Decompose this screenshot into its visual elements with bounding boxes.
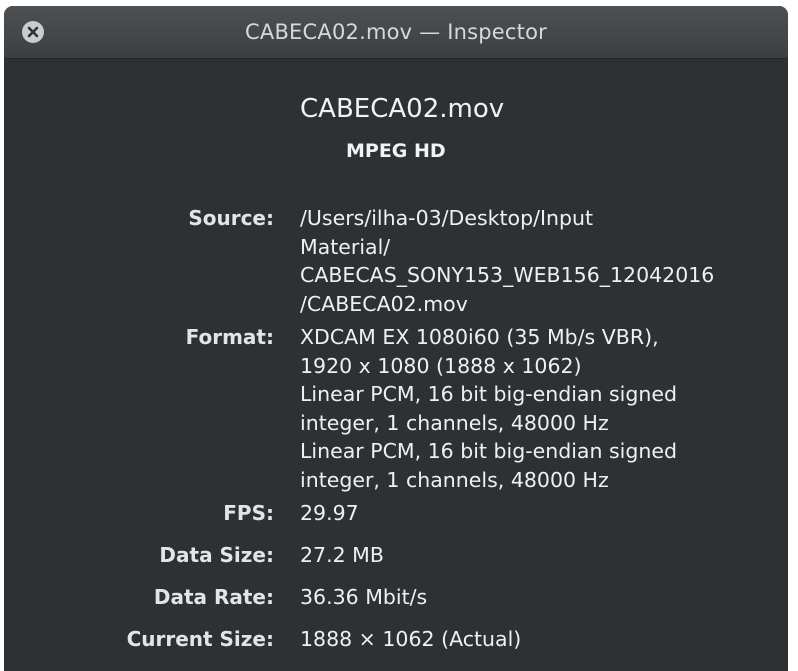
data-rate-value: 36.36 Mbit/s	[300, 585, 428, 609]
close-icon	[27, 26, 39, 38]
format-label: Format:	[185, 325, 274, 349]
source-line: Material/	[300, 234, 391, 259]
format-value: XDCAM EX 1080i60 (35 Mb/s VBR), 1920 x 1…	[300, 323, 677, 494]
format-line: integer, 1 channels, 48000 Hz	[300, 467, 609, 492]
current-size-row: Current Size: 1888 × 1062 (Actual)	[4, 625, 788, 654]
window-title: CABECA02.mov — Inspector	[245, 20, 547, 44]
file-kind: MPEG HD	[346, 140, 446, 162]
format-line: Linear PCM, 16 bit big-endian signed	[300, 439, 677, 463]
data-rate-row: Data Rate: 36.36 Mbit/s	[4, 583, 788, 612]
inspector-window: CABECA02.mov — Inspector CABECA02.mov MP…	[4, 6, 788, 671]
data-size-row: Data Size: 27.2 MB	[4, 541, 788, 570]
format-line: XDCAM EX 1080i60 (35 Mb/s VBR),	[300, 325, 659, 349]
close-button[interactable]	[22, 21, 44, 43]
fps-row: FPS: 29.97	[4, 499, 788, 528]
file-name: CABECA02.mov	[300, 94, 505, 124]
current-size-label: Current Size:	[126, 627, 274, 651]
fps-label: FPS:	[223, 501, 274, 525]
data-size-label: Data Size:	[159, 543, 274, 567]
source-line: /CABECA02.mov	[300, 291, 468, 316]
format-row: Format: XDCAM EX 1080i60 (35 Mb/s VBR), …	[4, 323, 788, 494]
source-row: Source: /Users/ilha-03/Desktop/Input Mat…	[4, 204, 788, 318]
format-line: Linear PCM, 16 bit big-endian signed	[300, 382, 677, 406]
data-size-value: 27.2 MB	[300, 543, 384, 567]
info-table: Source: /Users/ilha-03/Desktop/Input Mat…	[4, 204, 788, 654]
fps-value: 29.97	[300, 501, 359, 525]
source-line: /Users/ilha-03/Desktop/Input	[300, 206, 594, 230]
format-line: integer, 1 channels, 48000 Hz	[300, 410, 609, 435]
source-line: CABECAS_SONY153_WEB156_12042016	[300, 263, 715, 287]
format-line: 1920 x 1080 (1888 x 1062)	[300, 353, 582, 378]
data-rate-label: Data Rate:	[153, 585, 274, 609]
source-label: Source:	[188, 206, 274, 230]
source-value: /Users/ilha-03/Desktop/Input Material/ C…	[300, 204, 714, 318]
title-bar[interactable]: CABECA02.mov — Inspector	[4, 6, 788, 59]
file-header: CABECA02.mov MPEG HD	[300, 94, 504, 162]
current-size-value: 1888 × 1062 (Actual)	[300, 627, 522, 651]
